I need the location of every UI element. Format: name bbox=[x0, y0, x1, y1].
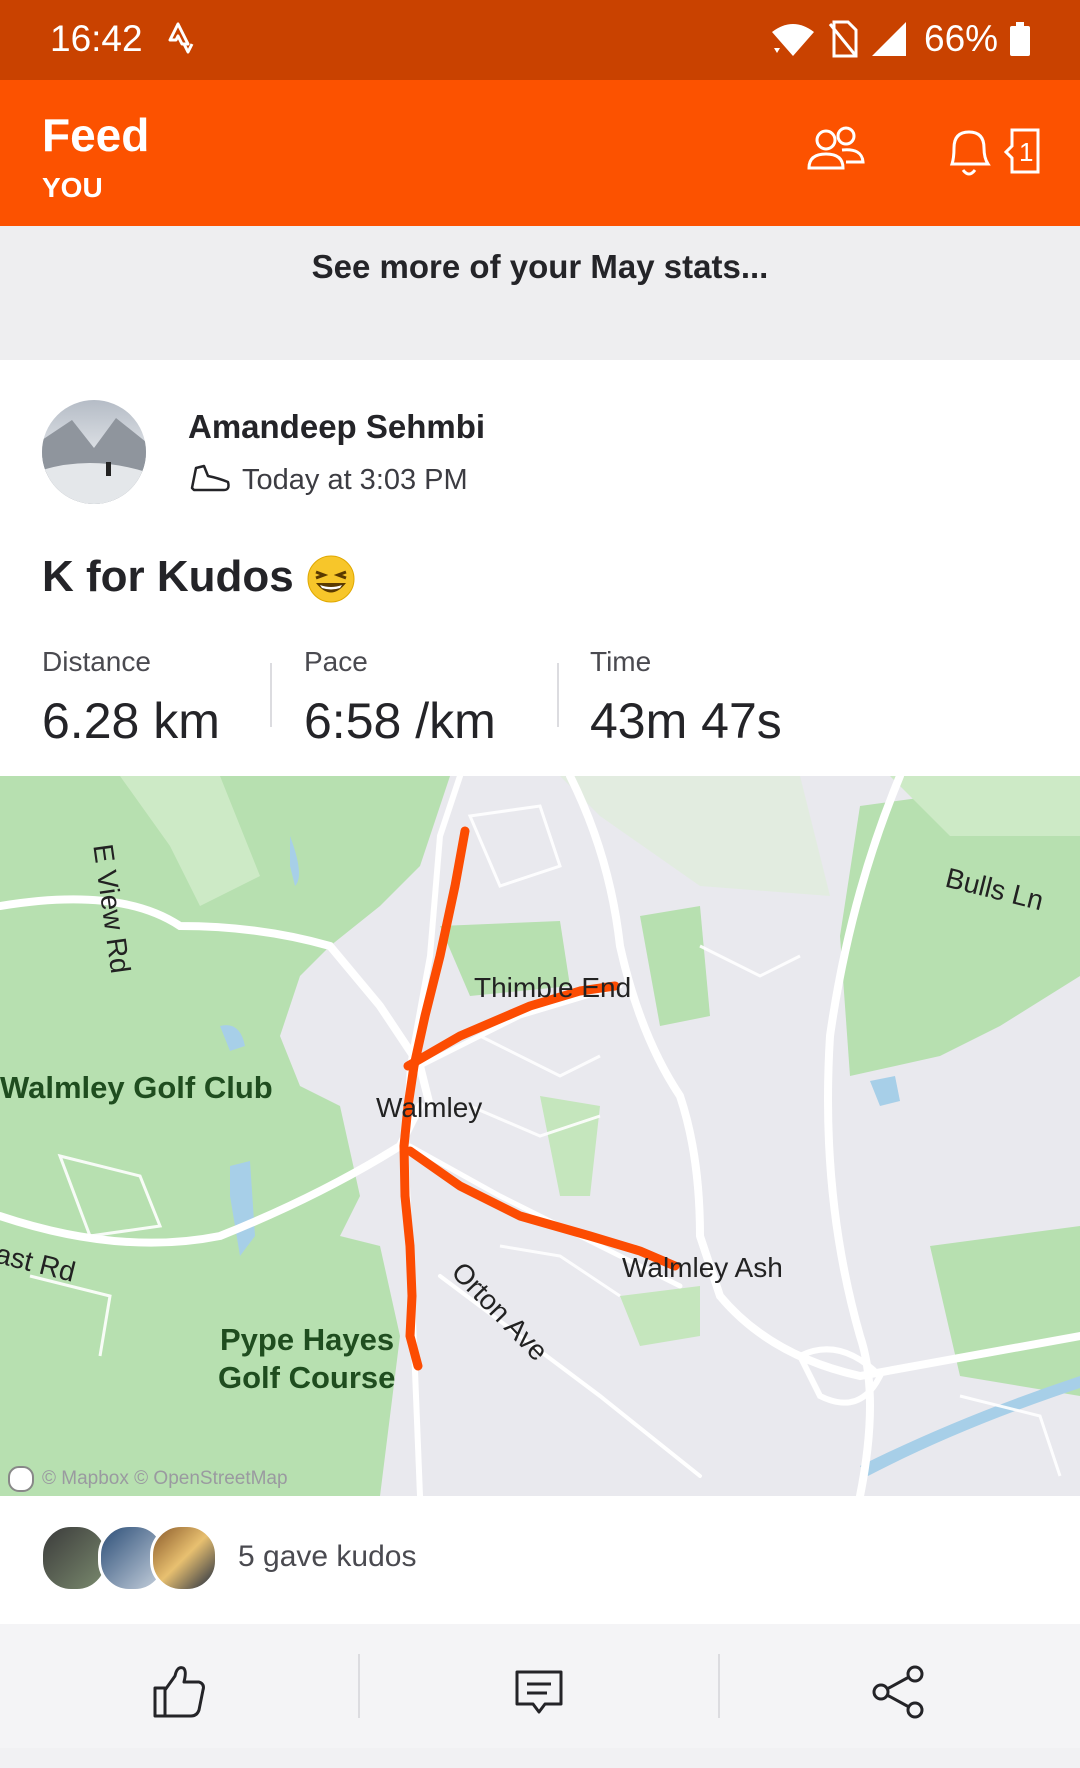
stat-divider bbox=[270, 663, 272, 727]
stat-distance: Distance 6.28 km bbox=[42, 646, 220, 750]
stat-time: Time 43m 47s bbox=[590, 646, 782, 750]
map-attribution[interactable]: © Mapbox © OpenStreetMap bbox=[42, 1468, 288, 1490]
kudos-avatar bbox=[150, 1524, 218, 1592]
wifi-icon bbox=[770, 22, 816, 63]
stat-divider bbox=[557, 663, 559, 727]
map-label-walmley: Walmley bbox=[376, 1092, 483, 1123]
comment-button[interactable] bbox=[360, 1624, 718, 1748]
feed-filter-you[interactable]: YOU bbox=[42, 172, 103, 204]
thumbs-up-icon bbox=[153, 1666, 205, 1718]
kudos-row[interactable]: 5 gave kudos bbox=[0, 1496, 1080, 1624]
map-label-thimble-end: Thimble End bbox=[474, 972, 632, 1003]
strava-activity-icon bbox=[168, 22, 194, 61]
share-icon bbox=[872, 1665, 924, 1719]
share-button[interactable] bbox=[720, 1624, 1078, 1748]
activity-actions bbox=[0, 1624, 1080, 1748]
route-map-graphic bbox=[0, 776, 1080, 1496]
mapbox-logo-icon bbox=[8, 1466, 34, 1492]
stat-time-value: 43m 47s bbox=[590, 693, 782, 749]
monthly-stats-link[interactable]: See more of your May stats... bbox=[0, 248, 1080, 286]
stat-pace: Pace 6:58 /km bbox=[304, 646, 496, 750]
kudos-button[interactable] bbox=[0, 1624, 358, 1748]
stat-pace-value: 6:58 /km bbox=[304, 693, 496, 749]
battery-icon bbox=[1010, 22, 1030, 56]
map-label-walmley-golf-club: Walmley Golf Club bbox=[0, 1070, 273, 1105]
route-map[interactable]: E View Rd Bulls Ln Thimble End Walmley G… bbox=[0, 776, 1080, 1496]
comment-icon bbox=[515, 1670, 563, 1714]
run-shoe-icon bbox=[188, 462, 232, 499]
activity-card: Amandeep Sehmbi Today at 3:03 PM K for K… bbox=[0, 360, 1080, 1624]
find-friends-icon[interactable] bbox=[806, 124, 866, 179]
no-sim-icon bbox=[828, 20, 858, 63]
stat-time-label: Time bbox=[590, 646, 652, 677]
map-label-golf-course: Golf Course bbox=[218, 1360, 396, 1395]
inbox-count: 1 bbox=[1019, 137, 1033, 167]
stat-distance-value: 6.28 km bbox=[42, 693, 220, 749]
monthly-stats-banner[interactable]: See more of your May stats... bbox=[0, 226, 1080, 362]
map-label-pype-hayes: Pype Hayes bbox=[220, 1322, 395, 1357]
notifications-bell-icon[interactable] bbox=[944, 124, 994, 185]
stat-distance-label: Distance bbox=[42, 646, 151, 677]
page-title: Feed bbox=[42, 109, 150, 161]
status-bar: 16:42 66% bbox=[0, 0, 1080, 80]
status-time: 16:42 bbox=[50, 18, 143, 59]
laughing-emoji-icon bbox=[306, 554, 356, 609]
activity-title[interactable]: K for Kudos bbox=[42, 552, 294, 602]
map-label-walmley-ash: Walmley Ash bbox=[622, 1252, 783, 1283]
activity-timestamp: Today at 3:03 PM bbox=[242, 464, 468, 496]
athlete-name[interactable]: Amandeep Sehmbi bbox=[188, 408, 485, 446]
app-bar: Feed YOU 1 bbox=[0, 80, 1080, 226]
athlete-avatar[interactable] bbox=[42, 400, 146, 504]
inbox-icon[interactable]: 1 bbox=[1003, 128, 1040, 179]
kudos-count[interactable]: 5 gave kudos bbox=[238, 1540, 416, 1574]
signal-icon bbox=[870, 20, 908, 63]
battery-percent: 66% bbox=[924, 18, 999, 59]
stat-pace-label: Pace bbox=[304, 646, 368, 677]
